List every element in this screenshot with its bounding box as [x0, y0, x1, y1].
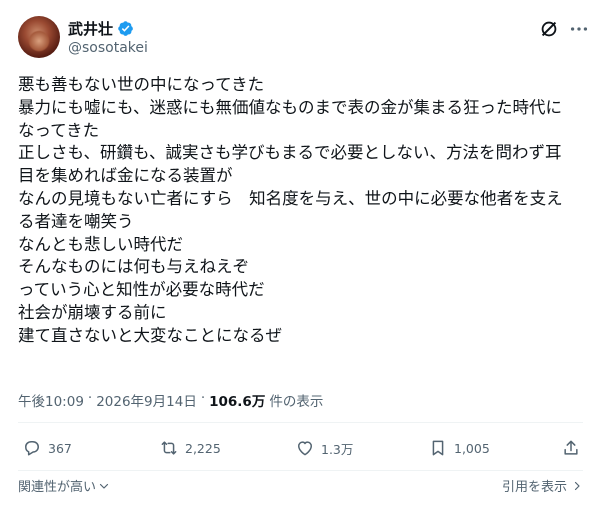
- verified-badge-icon: [118, 21, 133, 36]
- post-header: 武井壮 @sosotakei: [18, 10, 588, 62]
- action-bar: 367 2,225 1.3万 1,005: [18, 438, 588, 464]
- post-text-line: そんなものには何も与えねえぞ: [18, 257, 249, 277]
- divider: [18, 422, 583, 423]
- meta-separator: ·: [200, 390, 206, 406]
- more-icon[interactable]: [568, 18, 590, 40]
- post-time[interactable]: 午後10:09: [18, 390, 84, 410]
- post-text-line: 建て直さないと大変なことになるぜ: [18, 325, 282, 345]
- author-handle[interactable]: @sosotakei: [68, 40, 148, 56]
- reply-icon: [25, 441, 39, 456]
- avatar[interactable]: [18, 16, 60, 58]
- divider: [18, 470, 583, 471]
- views-count: 106.6万: [209, 394, 266, 410]
- chevron-down-icon: [99, 483, 109, 489]
- share-icon: [564, 440, 578, 455]
- post-text-line: っていう心と知性が必要な時代だ: [18, 280, 265, 300]
- author-name-row: 武井壮: [68, 18, 134, 39]
- post-text-line: 社会が崩壊する前に: [18, 302, 167, 322]
- post-text: 悪も善もない世の中になってきた 暴力にも嘘にも、迷惑にも無価値なものまで表の金が…: [18, 74, 588, 348]
- like-button[interactable]: 1.3万: [295, 438, 353, 458]
- post-text-line: る者達を嘲笑う: [18, 211, 134, 231]
- post-text-line: 目を集めれば金になる装置が: [18, 166, 233, 186]
- like-icon: [298, 441, 312, 456]
- post-text-line: なってきた: [18, 120, 100, 140]
- chevron-right-icon: [574, 481, 580, 490]
- views-label: 件の表示: [269, 394, 324, 410]
- repost-icon: [161, 441, 177, 455]
- repost-button[interactable]: 2,225: [159, 438, 221, 458]
- meta-separator: ·: [87, 390, 93, 406]
- post-text-line: 正しさも、研鑽も、誠実さも学びもまるで必要としない、方法を問わず耳: [18, 143, 562, 163]
- bookmark-button[interactable]: 1,005: [428, 438, 490, 458]
- grok-icon[interactable]: [538, 18, 560, 40]
- post-meta: 午後10:09 · 2026年9月14日 · 106.6万 件の表示: [18, 390, 323, 410]
- author-display-name[interactable]: 武井壮: [68, 18, 113, 39]
- reply-count: 367: [48, 440, 72, 456]
- like-count: 1.3万: [321, 441, 354, 457]
- bookmark-count: 1,005: [454, 440, 490, 456]
- post-text-line: なんの見境もない亡者にすら 知名度を与え、世の中に必要な他者を支え: [18, 188, 563, 208]
- post-text-line: 悪も善もない世の中になってきた: [18, 75, 265, 94]
- post-date[interactable]: 2026年9月14日: [96, 390, 197, 410]
- relevance-label: 関連性が高い: [18, 480, 97, 495]
- relevance-dropdown[interactable]: 関連性が高い: [18, 476, 110, 495]
- post-text-line: なんとも悲しい時代だ: [18, 234, 183, 254]
- reply-button[interactable]: 367: [22, 438, 72, 458]
- share-button[interactable]: [561, 438, 581, 458]
- bookmark-icon: [432, 440, 444, 456]
- repost-count: 2,225: [185, 440, 221, 456]
- quotes-label: 引用を表示: [501, 480, 567, 495]
- view-quotes-link[interactable]: 引用を表示: [502, 476, 583, 495]
- post-text-line: 暴力にも嘘にも、迷惑にも無価値なものまで表の金が集まる狂った時代に: [18, 97, 563, 117]
